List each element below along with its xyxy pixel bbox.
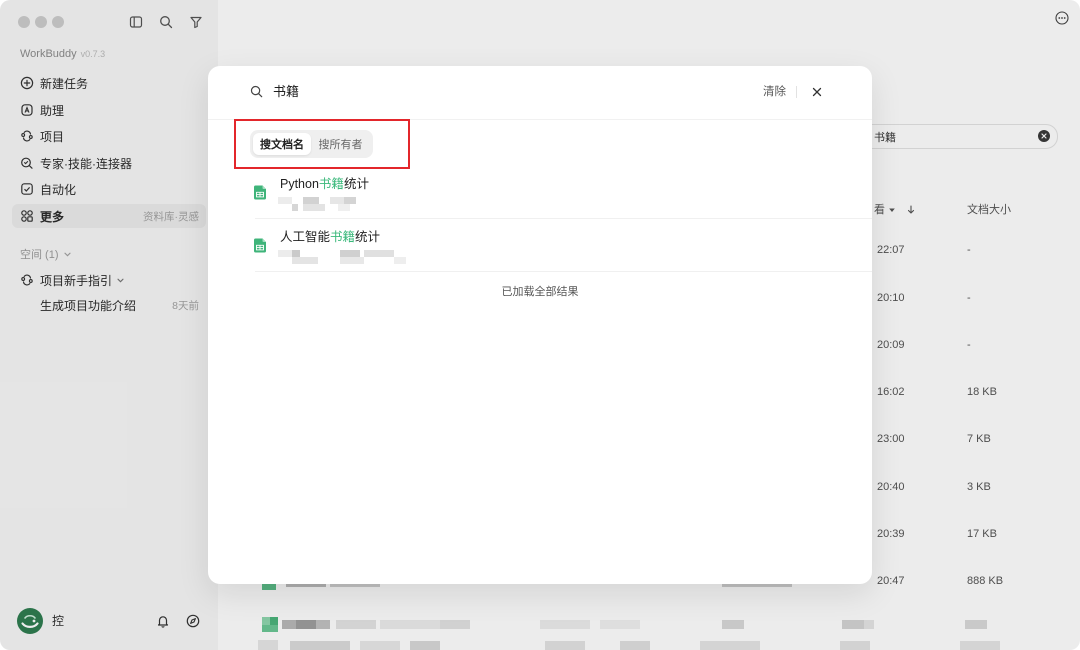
search-result-title: 人工智能书籍统计 <box>280 230 380 244</box>
redacted-pixel <box>292 250 300 257</box>
redacted-pixel <box>303 197 319 204</box>
search-result-title: Python书籍统计 <box>280 177 369 191</box>
divider <box>796 86 797 98</box>
sheet-icon <box>253 238 267 253</box>
redacted-pixel <box>278 250 292 257</box>
search-icon <box>250 85 263 98</box>
divider <box>255 271 872 272</box>
redacted-pixel <box>344 197 356 204</box>
redacted-pixel <box>338 204 350 211</box>
redacted-pixel <box>278 197 292 204</box>
redacted-pixel <box>330 197 344 204</box>
results-footer: 已加载全部结果 <box>501 286 579 298</box>
redacted-pixel <box>340 250 360 257</box>
title-prefix: Python <box>280 177 319 191</box>
redacted-pixel <box>292 257 318 264</box>
highlight-annotation-box <box>234 119 410 169</box>
title-match: 书籍 <box>330 230 356 244</box>
redacted-pixel <box>303 204 325 211</box>
sheet-icon <box>253 185 267 200</box>
redacted-pixel <box>340 257 364 264</box>
clear-search-button[interactable]: 清除 <box>763 85 786 99</box>
app-window: WorkBuddy v0.7.3 新建任务 助理 项目 专家·技能·连接器 自动化… <box>0 0 1080 650</box>
redacted-pixel <box>364 250 394 257</box>
redacted-pixel <box>394 257 406 264</box>
title-match: 书籍 <box>318 177 344 191</box>
title-prefix: 人工智能 <box>280 230 331 244</box>
divider <box>255 218 872 219</box>
search-input[interactable]: 书籍 <box>273 84 299 100</box>
redacted-pixel <box>292 204 298 211</box>
close-icon[interactable] <box>811 86 823 98</box>
title-suffix: 统计 <box>343 177 369 191</box>
title-suffix: 统计 <box>355 230 381 244</box>
search-dialog: 书籍 清除 搜文档名 搜所有者 Python书籍统计 人工智能书籍统计 已加载全… <box>208 66 872 584</box>
